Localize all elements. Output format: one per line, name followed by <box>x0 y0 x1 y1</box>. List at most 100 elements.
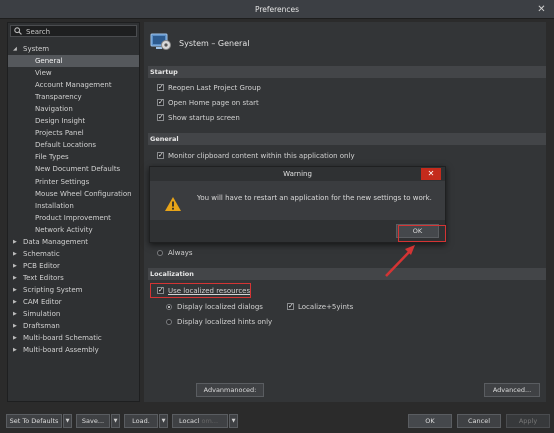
collapsed-arrow-icon[interactable]: ▶ <box>13 248 17 260</box>
monitor-clipboard-checkbox[interactable]: Monitor clipboard content within this ap… <box>157 150 355 161</box>
tree-child-item[interactable]: New Document Defaults <box>8 163 139 175</box>
tree-category-item[interactable]: ▶ Text Editors <box>8 272 139 284</box>
tree-item-label: General <box>35 57 63 66</box>
advanced-button[interactable]: Advanced... <box>484 383 540 397</box>
open-home-page-checkbox[interactable]: Open Home page on start <box>157 97 259 108</box>
set-to-defaults-dropdown[interactable]: ▼ <box>63 414 72 428</box>
tree-item-label: Transparency <box>35 93 82 102</box>
tree-item-label: System <box>23 45 50 53</box>
tree-child-item[interactable]: General <box>8 55 139 68</box>
display-localized-dialogs-radio[interactable]: Display localized dialogs <box>166 302 263 312</box>
tree-child-item[interactable]: Network Activity <box>8 224 139 236</box>
always-radio[interactable]: Always <box>157 248 193 258</box>
bottom-toolbar: Set To Defaults ▼ Save... ▼ Load. ▼ Loca… <box>0 405 554 433</box>
tree-category-item[interactable]: ▶ CAM Editor <box>8 296 139 308</box>
collapsed-arrow-icon[interactable]: ▶ <box>13 344 17 356</box>
tree-item-label: Multi-board Schematic <box>23 334 102 343</box>
apply-button[interactable]: Apply <box>506 414 550 428</box>
category-panel: Search ◢ System General View Account Managem… <box>7 22 140 402</box>
tree-child-item[interactable]: Transparency <box>8 91 139 103</box>
collapsed-arrow-icon[interactable]: ▶ <box>13 332 17 344</box>
advanced-middle-button[interactable]: Advanmanoced: <box>196 383 264 397</box>
tree-item-label: Account Management <box>35 81 112 90</box>
tree-item-label: File Types <box>35 153 69 162</box>
expanded-arrow-icon[interactable]: ◢ <box>13 43 17 55</box>
tree-child-item[interactable]: Projects Panel <box>8 127 139 139</box>
tree-child-item[interactable]: Account Management <box>8 79 139 91</box>
radio-icon <box>166 304 172 310</box>
option-label: Display localized dialogs <box>177 303 263 311</box>
option-label: Open Home page on start <box>168 99 259 107</box>
tree-category-item[interactable]: ▶ Multi-board Assembly <box>8 344 139 356</box>
collapsed-arrow-icon[interactable]: ▶ <box>13 236 17 248</box>
collapsed-arrow-icon[interactable]: ▶ <box>13 272 17 284</box>
radio-icon <box>166 319 172 325</box>
collapsed-arrow-icon[interactable]: ▶ <box>13 260 17 272</box>
tree-item-label: Design Insight <box>35 117 86 126</box>
set-to-defaults-button[interactable]: Set To Defaults <box>6 414 62 428</box>
chevron-down-icon: ▼ <box>161 418 166 424</box>
tree-child-item[interactable]: Navigation <box>8 103 139 115</box>
tree-child-item[interactable]: Mouse Wheel Configuration <box>8 188 139 200</box>
import-button[interactable]: Locacl om... <box>172 414 228 428</box>
tree-item-label: Printer Settings <box>35 177 90 186</box>
dialog-message: You will have to restart an application … <box>197 194 432 202</box>
collapsed-arrow-icon[interactable]: ▶ <box>13 320 17 332</box>
dialog-close-icon[interactable]: ✕ <box>421 168 441 180</box>
dialog-title: Warning <box>283 170 312 178</box>
localization-section-header: Localization <box>148 268 546 280</box>
option-label: Always <box>168 249 193 257</box>
option-label: Monitor clipboard content within this ap… <box>168 152 355 160</box>
tree-child-item[interactable]: File Types <box>8 151 139 163</box>
tree-child-item[interactable]: Product Improvement <box>8 212 139 224</box>
cancel-button[interactable]: Cancel <box>457 414 501 428</box>
collapsed-arrow-icon[interactable]: ▶ <box>13 296 17 308</box>
annotation-arrow-icon <box>385 245 415 277</box>
search-box[interactable]: Search <box>10 25 137 37</box>
tree-item-label: View <box>35 69 52 78</box>
tree-item-label: Data Management <box>23 237 89 246</box>
tree-category-item[interactable]: ▶ Schematic <box>8 248 139 260</box>
page-title: System – General <box>179 39 250 48</box>
tree-item-label: Installation <box>35 201 74 210</box>
tree-category-item[interactable]: ▶ Scripting System <box>8 284 139 296</box>
system-page-icon <box>150 32 172 52</box>
import-dropdown[interactable]: ▼ <box>229 414 238 428</box>
search-icon <box>14 27 22 37</box>
tree-category-item[interactable]: ▶ PCB Editor <box>8 260 139 272</box>
tree-category-item[interactable]: ◢ System <box>8 43 139 55</box>
tree-child-item[interactable]: View <box>8 67 139 79</box>
tree-category-item[interactable]: ▶ Draftsman <box>8 320 139 332</box>
option-label: Display localized hints only <box>177 318 273 326</box>
tree-item-label: Default Locations <box>35 141 97 150</box>
tree-child-item[interactable]: Printer Settings <box>8 176 139 188</box>
save-button[interactable]: Save... <box>76 414 110 428</box>
display-localized-hints-radio[interactable]: Display localized hints only <box>166 317 272 327</box>
import-label: Locacl <box>179 417 200 425</box>
chevron-down-icon: ▼ <box>65 418 70 424</box>
reopen-last-project-checkbox[interactable]: Reopen Last Project Group <box>157 82 261 93</box>
window-close-icon[interactable]: ✕ <box>535 3 548 16</box>
collapsed-arrow-icon[interactable]: ▶ <box>13 284 17 296</box>
collapsed-arrow-icon[interactable]: ▶ <box>13 308 17 320</box>
load-button[interactable]: Load. <box>124 414 158 428</box>
tree-item-label: Multi-board Assembly <box>23 346 99 355</box>
tree-item-label: Simulation <box>23 310 61 319</box>
general-section-header: General <box>148 133 546 145</box>
radio-icon <box>157 250 163 256</box>
tree-category-item[interactable]: ▶ Simulation <box>8 308 139 320</box>
option-label: Show startup screen <box>168 114 240 122</box>
tree-child-item[interactable]: Installation <box>8 200 139 212</box>
show-startup-screen-checkbox[interactable]: Show startup screen <box>157 112 240 123</box>
save-dropdown[interactable]: ▼ <box>111 414 120 428</box>
localized-menus-checkbox[interactable]: Localize+5yints <box>287 301 353 312</box>
window-title: Preferences <box>254 5 300 14</box>
load-dropdown[interactable]: ▼ <box>159 414 168 428</box>
tree-category-item[interactable]: ▶ Multi-board Schematic <box>8 332 139 344</box>
startup-section-header: Startup <box>148 66 546 78</box>
tree-child-item[interactable]: Design Insight <box>8 115 139 127</box>
ok-button[interactable]: OK <box>408 414 452 428</box>
chevron-down-icon: ▼ <box>113 418 118 424</box>
tree-category-item[interactable]: ▶ Data Management <box>8 236 139 248</box>
tree-child-item[interactable]: Default Locations <box>8 139 139 151</box>
